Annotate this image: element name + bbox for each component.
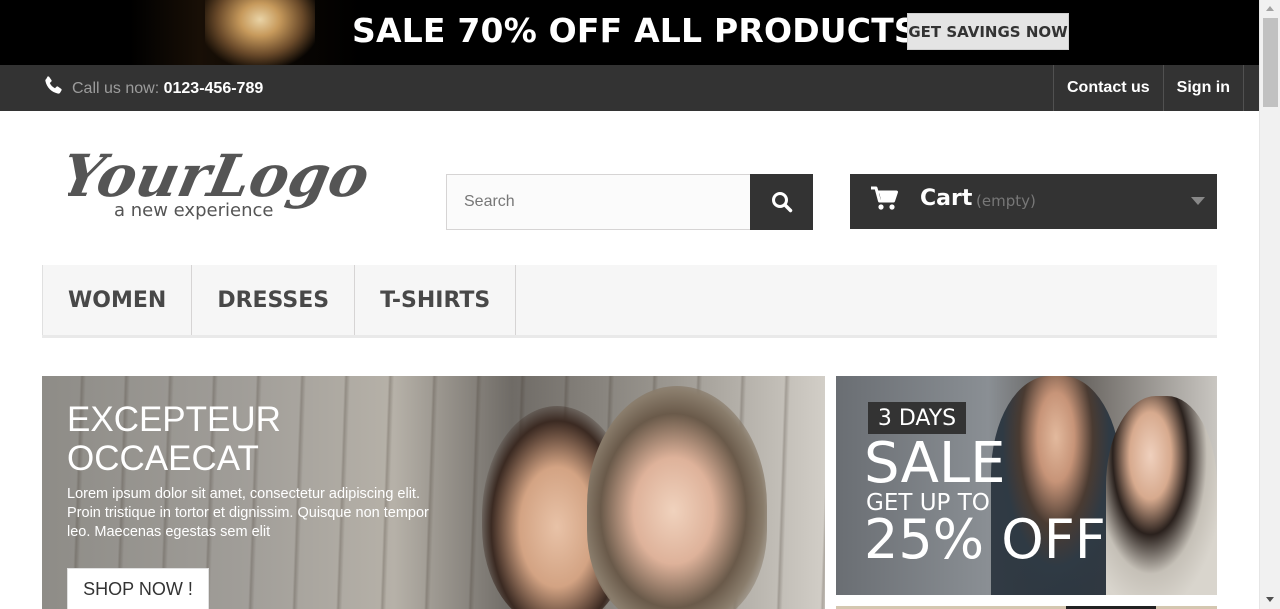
top-navbar: Call us now: 0123-456-789 Contact us Sig…	[0, 65, 1259, 111]
cart-status: (empty)	[976, 192, 1036, 210]
slider-title-line2: OCCAECAT	[67, 439, 259, 478]
browser-viewport: SALE 70% OFF ALL PRODUCTS GET SAVINGS NO…	[0, 0, 1280, 609]
search-input[interactable]	[446, 174, 751, 230]
scroll-down-arrow-icon[interactable]	[1266, 597, 1274, 602]
get-savings-button[interactable]: GET SAVINGS NOW	[907, 13, 1069, 50]
menu-item-women[interactable]: WOMEN	[42, 265, 193, 335]
sale-days-badge: 3 DAYS	[868, 402, 966, 434]
vertical-scrollbar[interactable]	[1259, 0, 1280, 609]
slider-description: Lorem ipsum dolor sit amet, consectetur …	[67, 486, 429, 540]
scroll-up-arrow-icon[interactable]	[1266, 6, 1274, 11]
menu-item-t-shirts[interactable]: T-SHIRTS	[355, 265, 517, 335]
phone-icon	[45, 76, 62, 94]
promo-banner[interactable]: SALE 70% OFF ALL PRODUCTS GET SAVINGS NO…	[0, 0, 1259, 65]
search-form	[446, 174, 813, 230]
slider-title: EXCEPTEUR OCCAECAT	[67, 400, 447, 478]
promo-headline: SALE 70% OFF ALL PRODUCTS	[352, 11, 918, 50]
cart-label: Cart	[920, 186, 973, 211]
account-links: Contact us Sign in	[1053, 65, 1244, 111]
main-menu: WOMEN DRESSES T-SHIRTS	[42, 265, 1217, 338]
logo-tagline: a new experience	[114, 200, 273, 221]
sale-banner[interactable]: 3 DAYS SALE GET UP TO 25% OFF	[836, 376, 1217, 595]
menu-item-dresses[interactable]: DRESSES	[192, 265, 356, 335]
search-icon	[771, 192, 792, 213]
chevron-down-icon	[1191, 197, 1205, 205]
scrollbar-thumb[interactable]	[1263, 18, 1278, 107]
sale-title: SALE	[864, 431, 1006, 496]
search-button[interactable]	[750, 174, 813, 230]
contact-us-link[interactable]: Contact us	[1054, 65, 1164, 111]
promo-model-image	[205, 0, 315, 65]
home-slider[interactable]: EXCEPTEUR OCCAECAT Lorem ipsum dolor sit…	[42, 376, 825, 609]
slider-model-right	[587, 386, 767, 609]
call-us-text: Call us now: 0123-456-789	[72, 80, 263, 98]
cart-icon	[871, 186, 898, 210]
store-page: SALE 70% OFF ALL PRODUCTS GET SAVINGS NO…	[0, 0, 1259, 609]
banner-model-woman	[1106, 396, 1217, 595]
sign-in-link[interactable]: Sign in	[1164, 65, 1244, 111]
slider-title-line1: EXCEPTEUR	[67, 400, 281, 439]
call-us-label: Call us now:	[72, 80, 160, 97]
phone-number: 0123-456-789	[163, 80, 264, 97]
sale-percent: 25% OFF	[864, 508, 1106, 571]
shop-now-button[interactable]: SHOP NOW !	[67, 568, 209, 609]
site-logo[interactable]: YourLogo a new experience	[68, 138, 368, 228]
cart-block[interactable]: Cart (empty)	[850, 174, 1217, 229]
